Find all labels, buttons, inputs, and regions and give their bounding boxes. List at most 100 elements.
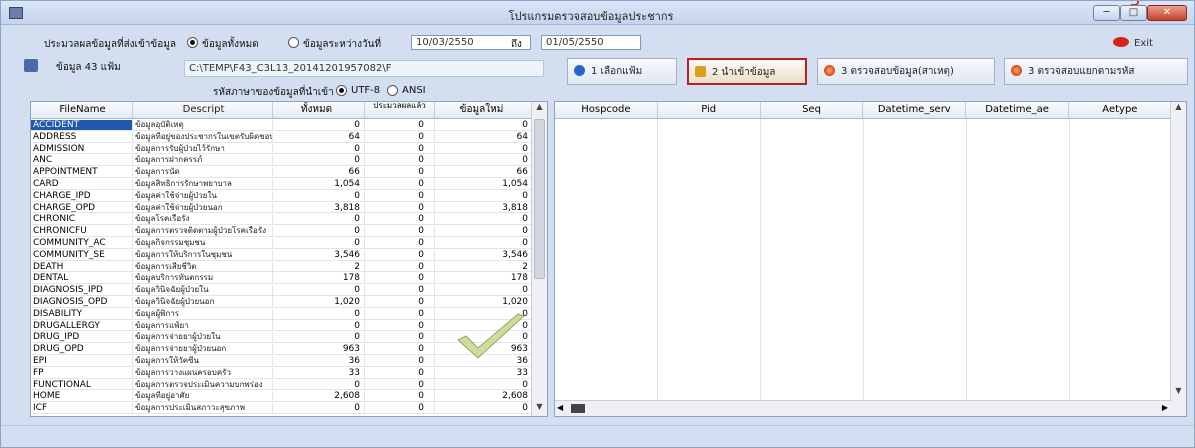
table-row[interactable]: ACCIDENT ข้อมูลอุบัติเหตุ 0 0 0 bbox=[31, 120, 533, 131]
cell-total: 0 bbox=[273, 308, 365, 319]
table-row[interactable]: FP ข้อมูลการวางแผนครอบครัว 33 0 33 bbox=[31, 367, 533, 379]
cell-filename: DRUG_IPD bbox=[31, 332, 133, 343]
table-row[interactable]: DIAGNOSIS_IPD ข้อมูลวินิจฉัยผู้ป่วยใน 0 0 0 bbox=[31, 285, 533, 297]
import-data-button[interactable]: 2 นำเข้าข้อมูล bbox=[687, 58, 807, 85]
detail-vertical-scrollbar[interactable]: ▲ ▼ bbox=[1170, 102, 1186, 416]
col-total[interactable]: ทั้งหมด bbox=[273, 102, 365, 118]
import-icon bbox=[695, 66, 706, 77]
check-data-button[interactable]: 3 ตรวจสอบข้อมูล(สาเหตุ) bbox=[817, 58, 995, 85]
cell-filename: DIAGNOSIS_IPD bbox=[31, 285, 133, 296]
app-icon bbox=[9, 7, 23, 19]
col-datetime-serv[interactable]: Datetime_serv bbox=[863, 102, 967, 118]
checkmark-icon bbox=[457, 313, 525, 359]
to-label-text: ถึง bbox=[511, 39, 522, 50]
table-row[interactable]: HOME ข้อมูลที่อยู่อาศัย 2,608 0 2,608 bbox=[31, 391, 533, 403]
radio-all-data[interactable] bbox=[187, 37, 198, 48]
cell-new: 0 bbox=[435, 285, 533, 296]
cell-processed: 0 bbox=[365, 391, 435, 402]
cell-total: 0 bbox=[273, 403, 365, 414]
cell-descript: ข้อมูลการแพ้ยา bbox=[133, 320, 273, 331]
check-code-icon bbox=[1011, 65, 1022, 76]
file-summary-grid[interactable]: FileName Descript ทั้งหมด ประมวลผลแล้ว ข… bbox=[30, 101, 548, 417]
check-by-code-button[interactable]: 3 ตรวจสอบแยกตามรหัส bbox=[1004, 58, 1188, 85]
cell-descript: ข้อมูลผู้พิการ bbox=[133, 308, 273, 319]
cell-new: 0 bbox=[435, 155, 533, 166]
date-to-field[interactable]: 01/05/2550 bbox=[541, 35, 641, 50]
table-row[interactable]: CHARGE_IPD ข้อมูลค่าใช้จ่ายผู้ป่วยใน 0 0 0 bbox=[31, 190, 533, 202]
cell-total: 0 bbox=[273, 143, 365, 154]
table-row[interactable]: ANC ข้อมูลการฝากครรภ์ 0 0 0 bbox=[31, 155, 533, 167]
table-row[interactable]: COMMUNITY_SE ข้อมูลการให้บริการในชุมชน 3,5… bbox=[31, 249, 533, 261]
scroll-thumb[interactable] bbox=[534, 119, 545, 279]
maximize-button[interactable]: □ bbox=[1120, 5, 1147, 21]
cell-total: 36 bbox=[273, 356, 365, 366]
col-pid[interactable]: Pid bbox=[658, 102, 761, 118]
cell-new: 0 bbox=[435, 214, 533, 225]
table-row[interactable]: DIAGNOSIS_OPD ข้อมูลวินิจฉัยผู้ป่วยนอก 1,0… bbox=[31, 297, 533, 308]
cell-total: 0 bbox=[273, 285, 365, 296]
horizontal-scrollbar[interactable]: ◀ ▶ bbox=[555, 400, 1172, 416]
cell-descript: ข้อมูลกิจกรรมชุมชน bbox=[133, 238, 273, 248]
cell-processed: 0 bbox=[365, 273, 435, 284]
close-button[interactable]: ✕ bbox=[1147, 5, 1187, 21]
cell-processed: 0 bbox=[365, 249, 435, 260]
scroll-up-arrow[interactable]: ▲ bbox=[532, 102, 547, 116]
col-divider bbox=[760, 119, 761, 402]
detail-scroll-up-arrow[interactable]: ▲ bbox=[1171, 102, 1186, 116]
cell-filename: FP bbox=[31, 367, 133, 378]
detail-grid[interactable]: Hospcode Pid Seq Datetime_serv Datetime_… bbox=[554, 101, 1187, 417]
h-scroll-thumb[interactable] bbox=[571, 404, 585, 413]
table-row[interactable]: ADMISSION ข้อมูลการรับผู้ป่วยไว้รักษา 0 0 0 bbox=[31, 143, 533, 155]
cell-descript: ข้อมูลการนัด bbox=[133, 167, 273, 178]
table-row[interactable]: CHARGE_OPD ข้อมูลค่าใช้จ่ายผู้ป่วยนอก 3,81… bbox=[31, 202, 533, 214]
radio-ansi[interactable] bbox=[387, 85, 398, 96]
cell-total: 1,020 bbox=[273, 297, 365, 307]
cell-total: 66 bbox=[273, 167, 365, 178]
scroll-down-arrow[interactable]: ▼ bbox=[532, 402, 547, 416]
cell-total: 0 bbox=[273, 332, 365, 343]
col-aetype[interactable]: Aetype bbox=[1069, 102, 1172, 118]
col-processed[interactable]: ประมวลผลแล้ว bbox=[365, 102, 435, 118]
table-row[interactable]: DENTAL ข้อมูลบริการทันตกรรม 178 0 178 bbox=[31, 273, 533, 285]
col-descript[interactable]: Descript bbox=[133, 102, 273, 118]
scroll-left-arrow[interactable]: ◀ bbox=[557, 403, 563, 412]
cell-processed: 0 bbox=[365, 131, 435, 142]
cell-new: 64 bbox=[435, 131, 533, 142]
cell-filename: CHARGE_IPD bbox=[31, 190, 133, 201]
detail-grid-header: Hospcode Pid Seq Datetime_serv Datetime_… bbox=[555, 102, 1172, 119]
col-new[interactable]: ข้อมูลใหม่ bbox=[435, 102, 533, 118]
table-row[interactable]: APPOINTMENT ข้อมูลการนัด 66 0 66 bbox=[31, 167, 533, 179]
select-file-button[interactable]: 1 เลือกแฟ้ม bbox=[567, 58, 677, 85]
minimize-button[interactable]: ─ bbox=[1093, 5, 1120, 21]
scroll-right-arrow[interactable]: ▶ bbox=[1162, 403, 1168, 412]
table-row[interactable]: ADDRESS ข้อมูลที่อยู่ของประชากรในเขตรับผิ… bbox=[31, 131, 533, 143]
status-bar bbox=[1, 425, 1194, 447]
cell-total: 33 bbox=[273, 367, 365, 378]
exit-button[interactable]: Exit bbox=[1113, 37, 1153, 49]
check-data-label: 3 ตรวจสอบข้อมูล(สาเหตุ) bbox=[841, 66, 954, 77]
col-seq[interactable]: Seq bbox=[761, 102, 864, 118]
cell-processed: 0 bbox=[365, 226, 435, 237]
col-filename[interactable]: FileName bbox=[31, 102, 133, 118]
table-row[interactable]: CARD ข้อมูลสิทธิการรักษาพยาบาล 1,054 0 1,054 bbox=[31, 179, 533, 190]
cell-descript: ข้อมูลการตรวจติดตามผู้ป่วยโรคเรื้อรัง bbox=[133, 226, 273, 237]
cell-new: 0 bbox=[435, 226, 533, 237]
vertical-scrollbar[interactable]: ▲ ▼ bbox=[531, 102, 547, 416]
table-row[interactable]: CHRONICFU ข้อมูลการตรวจติดตามผู้ป่วยโรคเร… bbox=[31, 226, 533, 238]
table-row[interactable]: FUNCTIONAL ข้อมูลการตรวจประเมินความบกพร่อ… bbox=[31, 379, 533, 391]
table-row[interactable]: CHRONIC ข้อมูลโรคเรื้อรัง 0 0 0 bbox=[31, 214, 533, 226]
cell-new: 33 bbox=[435, 367, 533, 378]
table-row[interactable]: DEATH ข้อมูลการเสียชีวิต 2 0 2 bbox=[31, 261, 533, 273]
cell-filename: DRUGALLERGY bbox=[31, 320, 133, 331]
radio-date-range[interactable] bbox=[288, 37, 299, 48]
table-row[interactable]: ICF ข้อมูลการประเมินสภาวะสุขภาพ 0 0 0 bbox=[31, 403, 533, 415]
cell-new: 0 bbox=[435, 143, 533, 154]
cell-total: 64 bbox=[273, 131, 365, 142]
cell-processed: 0 bbox=[365, 179, 435, 189]
col-datetime-ae[interactable]: Datetime_ae bbox=[966, 102, 1069, 118]
detail-scroll-down-arrow[interactable]: ▼ bbox=[1171, 386, 1186, 400]
radio-utf8[interactable] bbox=[336, 85, 347, 96]
col-hospcode[interactable]: Hospcode bbox=[555, 102, 658, 118]
table-row[interactable]: COMMUNITY_AC ข้อมูลกิจกรรมชุมชน 0 0 0 bbox=[31, 238, 533, 249]
cell-filename: ADMISSION bbox=[31, 143, 133, 154]
